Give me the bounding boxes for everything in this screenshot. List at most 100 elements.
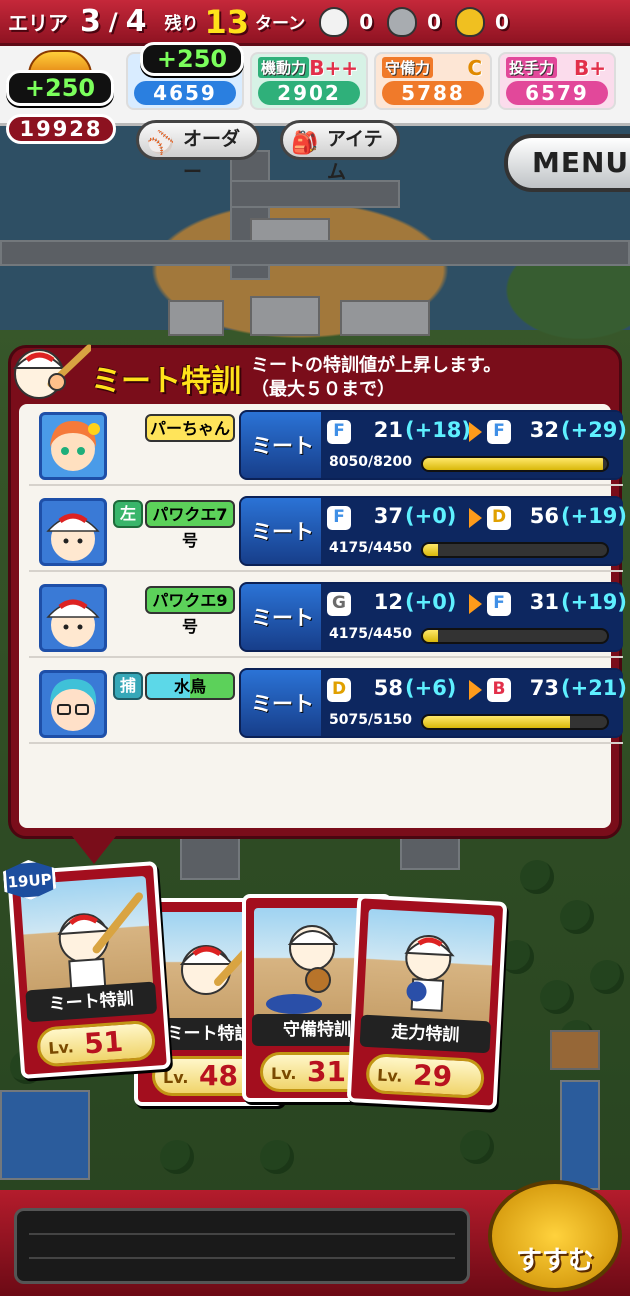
white-bag-icon bbox=[319, 6, 350, 37]
pitching-stat-value: 6579 bbox=[506, 81, 608, 105]
to-value: 56 bbox=[529, 504, 559, 528]
card-level: Lv. 51 bbox=[35, 1019, 157, 1068]
stat-detail: F 37 (+0) D 56 (+19) 4175/4450 bbox=[321, 498, 627, 564]
exp-bar-fill bbox=[423, 716, 571, 728]
player-name-tag: パワクエ9号 bbox=[145, 586, 235, 636]
turn-label: ターン bbox=[255, 14, 306, 34]
to-grade-badge: F bbox=[487, 420, 511, 444]
panel-title: ミート特訓 bbox=[91, 364, 241, 399]
silver-bag-icon bbox=[387, 6, 418, 37]
panel-description-line2: （最大５０まで） bbox=[251, 379, 395, 400]
stat-detail: F 21 (+18) F 32 (+29) 8050/8200 bbox=[321, 412, 627, 478]
area-total: 4 bbox=[125, 4, 147, 39]
from-plus: (+6) bbox=[405, 676, 457, 700]
player-row-mizutori[interactable]: 捕 水鳥 ミート D 58 (+6) B 73 (+21) 5075/5150 bbox=[29, 664, 627, 744]
to-plus: (+19) bbox=[561, 504, 628, 528]
area-separator: / bbox=[108, 7, 118, 36]
defense-stat[interactable]: 守備力 C 5788 bbox=[374, 52, 492, 110]
player-row-pawaque9[interactable]: パワクエ9号 ミート G 12 (+0) F 31 (+19) 4175/445… bbox=[29, 578, 627, 658]
from-value: 12 bbox=[373, 590, 403, 614]
defense-stat-title: 守備力 bbox=[382, 57, 434, 78]
from-value: 21 bbox=[373, 418, 403, 442]
card-level-label: Lv. bbox=[163, 1068, 189, 1087]
meet-gain-box: ミート F 21 (+18) F 32 (+29) 8050/8200 bbox=[239, 410, 627, 480]
defense-stat-grade: C bbox=[467, 56, 482, 80]
advance-button[interactable]: すすむ bbox=[488, 1180, 622, 1292]
card-level-value: 29 bbox=[412, 1058, 453, 1094]
message-box bbox=[14, 1208, 470, 1284]
to-plus: (+29) bbox=[561, 418, 628, 442]
batter-mascot-icon bbox=[7, 338, 93, 404]
from-value: 37 bbox=[373, 504, 403, 528]
panel-pointer bbox=[72, 836, 116, 864]
item-button[interactable]: 🎒 アイテム bbox=[280, 120, 400, 183]
player-face-icon bbox=[39, 498, 107, 566]
batting-gain-bubble: +250 bbox=[140, 42, 244, 76]
total-gain-bubble: +250 bbox=[6, 70, 114, 106]
speed-stat[interactable]: 機動力 B++ 2902 bbox=[250, 52, 368, 110]
bat-icon: ⚾ bbox=[147, 131, 175, 156]
to-grade-badge: D bbox=[487, 506, 511, 530]
exp-bar bbox=[421, 456, 609, 472]
pitching-stat-title: 投手力 bbox=[506, 57, 558, 78]
from-plus: (+0) bbox=[405, 590, 457, 614]
player-row-pawaque7[interactable]: 左 パワクエ7号 ミート F 37 (+0) D 56 (+19) 4175/4… bbox=[29, 492, 627, 572]
panel-description: ミートの特訓値が上昇します。 （最大５０まで） bbox=[251, 354, 501, 402]
top-status-bar: エリア 3 / 4 残り 13 ターン 0 0 0 bbox=[0, 0, 630, 46]
white-bag-count: 0 bbox=[359, 9, 374, 34]
exp-text: 4175/4450 bbox=[329, 540, 413, 556]
to-value: 73 bbox=[529, 676, 559, 700]
exp-bar bbox=[421, 628, 609, 644]
exp-bar bbox=[421, 714, 609, 730]
card-level-value: 48 bbox=[199, 1059, 238, 1092]
player-name-tag: パーちゃん bbox=[145, 414, 235, 442]
player-name-tag: 水鳥 bbox=[145, 672, 235, 700]
remaining-label: 残り bbox=[164, 14, 199, 34]
arrow-right-icon bbox=[469, 680, 482, 700]
exp-text: 5075/5150 bbox=[329, 712, 413, 728]
exp-bar-fill bbox=[423, 544, 438, 556]
player-face-icon bbox=[39, 412, 107, 480]
silver-bag-count: 0 bbox=[427, 9, 442, 34]
from-grade-badge: D bbox=[327, 678, 351, 702]
player-face-icon bbox=[39, 670, 107, 738]
menu-button[interactable]: MENU bbox=[504, 134, 630, 192]
pitching-stat[interactable]: 投手力 B+ 6579 bbox=[498, 52, 616, 110]
card-level-value: 31 bbox=[307, 1055, 346, 1088]
card-art bbox=[363, 908, 495, 1026]
batting-stat-value: 4659 bbox=[134, 81, 236, 105]
order-button[interactable]: ⚾ オーダー bbox=[136, 120, 260, 183]
training-results-list: パーちゃん ミート F 21 (+18) F 32 (+29) 8050/820… bbox=[19, 404, 627, 828]
team-total: +250 19928 bbox=[4, 46, 118, 148]
training-card-running[interactable]: 走力特訓 Lv. 29 bbox=[346, 894, 508, 1110]
card-level-label: Lv. bbox=[47, 1037, 75, 1059]
stat-label: ミート bbox=[251, 606, 314, 630]
meet-gain-box: ミート D 58 (+6) B 73 (+21) 5075/5150 bbox=[239, 668, 627, 738]
position-tag: 左 bbox=[113, 500, 143, 528]
card-level-label: Lv. bbox=[376, 1065, 403, 1086]
stat-label: ミート bbox=[251, 692, 314, 716]
training-panel: ミート特訓 ミートの特訓値が上昇します。 （最大５０まで） パーちゃん ミート … bbox=[8, 344, 627, 839]
player-row-pachan[interactable]: パーちゃん ミート F 21 (+18) F 32 (+29) 8050/820… bbox=[29, 406, 627, 486]
exp-text: 4175/4450 bbox=[329, 626, 413, 642]
player-face-icon bbox=[39, 584, 107, 652]
backpack-icon: 🎒 bbox=[291, 131, 319, 156]
pitching-stat-grade: B+ bbox=[573, 56, 606, 80]
arrow-right-icon bbox=[469, 594, 482, 614]
turns-left: 13 bbox=[204, 2, 250, 41]
gold-bag-count: 0 bbox=[495, 9, 509, 34]
exp-bar-fill bbox=[423, 630, 438, 642]
from-plus: (+18) bbox=[405, 418, 472, 442]
card-level-value: 51 bbox=[83, 1024, 125, 1061]
speed-stat-title: 機動力 bbox=[258, 57, 310, 78]
panel-description-line1: ミートの特訓値が上昇します。 bbox=[251, 355, 502, 376]
training-card-meet-selected[interactable]: ミート特訓 Lv. 51 19UP bbox=[7, 861, 172, 1079]
total-value: 19928 bbox=[6, 114, 116, 144]
gold-bag-icon bbox=[455, 6, 486, 37]
to-value: 32 bbox=[529, 418, 559, 442]
defense-stat-value: 5788 bbox=[382, 81, 484, 105]
stat-label: ミート bbox=[251, 434, 314, 458]
meet-gain-box: ミート G 12 (+0) F 31 (+19) 4175/4450 bbox=[239, 582, 627, 652]
stat-detail: D 58 (+6) B 73 (+21) 5075/5150 bbox=[321, 670, 627, 736]
from-grade-badge: F bbox=[327, 506, 351, 530]
